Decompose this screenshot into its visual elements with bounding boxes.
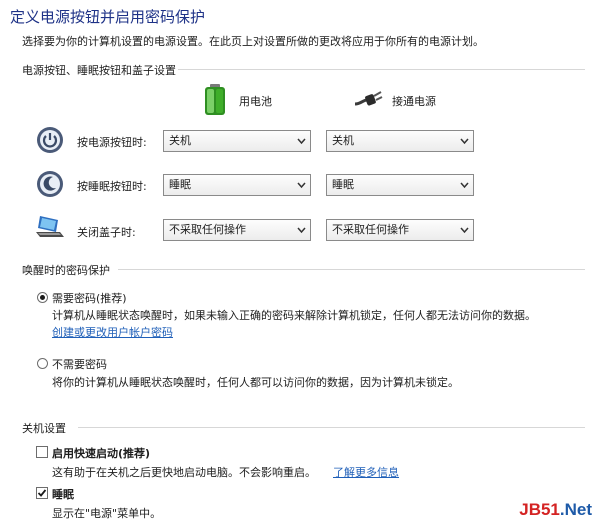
power-button-plugged-select[interactable]: 关机 <box>326 130 474 152</box>
power-plug-icon <box>353 88 383 112</box>
close-lid-label: 关闭盖子时: <box>77 226 136 239</box>
chevron-down-icon <box>297 138 306 145</box>
sleep-button-label: 按睡眠按钮时: <box>77 180 147 193</box>
section-divider <box>78 427 585 428</box>
no-password-radio[interactable] <box>37 358 48 369</box>
sleep-button-icon <box>36 170 64 198</box>
chevron-down-icon <box>460 182 469 189</box>
page-description: 选择要为你的计算机设置的电源设置。在此页上对设置所做的更改将应用于你所有的电源计… <box>22 35 484 48</box>
power-button-plugged-value: 关机 <box>332 134 354 147</box>
column-battery-label: 用电池 <box>239 95 272 108</box>
password-section-heading: 唤醒时的密码保护 <box>22 264 110 277</box>
power-button-icon <box>36 126 64 154</box>
power-button-battery-value: 关机 <box>169 134 191 147</box>
battery-icon <box>202 84 228 116</box>
fast-startup-description: 这有助于在关机之后更快地启动电脑。不会影响重启。 <box>52 466 316 479</box>
power-button-battery-select[interactable]: 关机 <box>163 130 311 152</box>
require-password-radio[interactable] <box>37 292 48 303</box>
power-button-label: 按电源按钮时: <box>77 136 147 149</box>
chevron-down-icon <box>460 138 469 145</box>
watermark-brand: JB51 <box>519 500 560 519</box>
page-title: 定义电源按钮并启用密码保护 <box>10 8 206 26</box>
learn-more-link[interactable]: 了解更多信息 <box>333 464 399 480</box>
watermark: JB51.Net <box>519 500 592 520</box>
sleep-checkbox[interactable] <box>36 487 48 499</box>
close-lid-battery-value: 不采取任何操作 <box>169 223 246 236</box>
laptop-lid-icon <box>34 212 66 240</box>
close-lid-battery-select[interactable]: 不采取任何操作 <box>163 219 311 241</box>
close-lid-plugged-select[interactable]: 不采取任何操作 <box>326 219 474 241</box>
sleep-button-plugged-select[interactable]: 睡眠 <box>326 174 474 196</box>
chevron-down-icon <box>460 227 469 234</box>
column-plugged-label: 接通电源 <box>392 95 436 108</box>
buttons-section-heading: 电源按钮、睡眠按钮和盖子设置 <box>22 64 176 77</box>
change-password-link[interactable]: 创建或更改用户帐户密码 <box>52 324 173 340</box>
shutdown-section-heading: 关机设置 <box>22 422 66 435</box>
fast-startup-label[interactable]: 启用快速启动(推荐) <box>52 445 150 461</box>
sleep-description: 显示在"电源"菜单中。 <box>52 507 162 520</box>
fast-startup-checkbox[interactable] <box>36 446 48 458</box>
chevron-down-icon <box>297 182 306 189</box>
sleep-button-battery-value: 睡眠 <box>169 178 191 191</box>
sleep-button-battery-select[interactable]: 睡眠 <box>163 174 311 196</box>
watermark-suffix: .Net <box>559 500 592 519</box>
chevron-down-icon <box>297 227 306 234</box>
checkmark-icon <box>37 489 47 497</box>
section-divider <box>118 269 585 270</box>
require-password-description: 计算机从睡眠状态唤醒时，如果未输入正确的密码来解除计算机锁定，任何人都无法访问你… <box>52 309 536 322</box>
require-password-label[interactable]: 需要密码(推荐) <box>52 290 127 306</box>
sleep-button-plugged-value: 睡眠 <box>332 178 354 191</box>
no-password-label[interactable]: 不需要密码 <box>52 356 107 372</box>
sleep-label[interactable]: 睡眠 <box>52 486 74 502</box>
section-divider <box>178 69 585 70</box>
no-password-description: 将你的计算机从睡眠状态唤醒时，任何人都可以访问你的数据，因为计算机未锁定。 <box>52 376 459 389</box>
close-lid-plugged-value: 不采取任何操作 <box>332 223 409 236</box>
